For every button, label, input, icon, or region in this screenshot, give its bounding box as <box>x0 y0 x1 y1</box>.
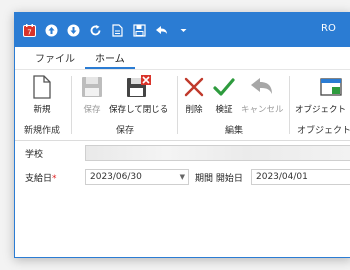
undo-arrow-icon <box>249 74 275 100</box>
object-label: オブジェクト <box>295 105 347 115</box>
save-close-label: 保存して閉じる <box>109 105 169 115</box>
undo-icon[interactable] <box>153 22 169 38</box>
delete-label: 削除 <box>185 105 203 115</box>
record-form: 学校 支給日* 2023/06/30 ▼ 期間 開始日 2023/04/01 <box>15 141 350 189</box>
cancel-button[interactable]: キャンセル <box>241 74 284 115</box>
school-field[interactable] <box>85 145 350 161</box>
group-label-object: オブジェクト <box>297 126 350 136</box>
pay-date-value: 2023/06/30 <box>90 172 142 182</box>
group-edit: 削除 検証 キャンセル 編集 <box>179 70 289 140</box>
pay-date-label-text: 支給日 <box>25 174 53 184</box>
save-label: 保存 <box>83 105 101 115</box>
save-form-icon[interactable] <box>131 22 147 38</box>
new-label: 新規 <box>33 105 51 115</box>
chevron-down-icon[interactable]: ▼ <box>180 170 185 184</box>
school-row: 学校 <box>15 141 350 165</box>
school-label: 学校 <box>25 150 44 160</box>
check-icon <box>211 74 237 100</box>
validate-button[interactable]: 検証 <box>211 74 237 115</box>
dropdown-icon[interactable] <box>175 22 191 38</box>
title-bar: 7 RO <box>15 13 350 47</box>
delete-button[interactable]: 削除 <box>181 74 207 115</box>
group-divider <box>289 76 290 134</box>
window-title: RO <box>321 23 336 34</box>
upload-icon[interactable] <box>43 22 59 38</box>
document-icon[interactable] <box>109 22 125 38</box>
ribbon: 新規 新規作成 保存 保存して閉じる 保存 削除 検証 キャンセル 編集 オブジ… <box>15 70 350 141</box>
delete-x-icon <box>181 74 207 100</box>
new-document-icon <box>29 74 55 100</box>
period-start-value: 2023/04/01 <box>256 172 308 182</box>
period-start-field[interactable]: 2023/04/01 <box>251 169 350 185</box>
object-button[interactable]: オブジェクト <box>295 74 346 115</box>
group-label-new: 新規作成 <box>23 126 60 136</box>
save-button[interactable]: 保存 <box>79 74 105 115</box>
group-divider <box>71 76 72 134</box>
validate-label: 検証 <box>215 105 233 115</box>
save-and-close-button[interactable]: 保存して閉じる <box>109 74 168 115</box>
svg-text:7: 7 <box>27 28 31 36</box>
save-icon <box>79 74 105 100</box>
object-window-icon <box>318 74 344 100</box>
period-start-label: 期間 開始日 <box>195 174 243 184</box>
group-new: 新規 新規作成 <box>15 70 69 140</box>
group-save: 保存 保存して閉じる 保存 <box>73 70 177 140</box>
ribbon-tabs: ファイル ホーム <box>15 47 350 70</box>
new-button[interactable]: 新規 <box>29 74 55 115</box>
tab-home[interactable]: ホーム <box>85 50 135 69</box>
group-label-edit: 編集 <box>224 126 243 136</box>
pay-date-row: 支給日* 2023/06/30 ▼ 期間 開始日 2023/04/01 <box>15 165 350 189</box>
required-mark: * <box>52 174 57 184</box>
pay-date-label: 支給日* <box>25 171 57 184</box>
app-window: 7 RO ファイル ホーム 新規 新規作成 保存 保存して閉じる 保存 削除 検… <box>14 12 350 258</box>
group-label-save: 保存 <box>115 126 134 136</box>
tab-file[interactable]: ファイル <box>25 50 85 69</box>
group-divider <box>177 76 178 134</box>
download-icon[interactable] <box>65 22 81 38</box>
save-close-icon <box>126 74 152 100</box>
cancel-label: キャンセル <box>241 105 284 115</box>
pay-date-field[interactable]: 2023/06/30 ▼ <box>85 169 189 185</box>
app-icon[interactable]: 7 <box>21 22 37 38</box>
group-object: オブジェクト オブジェクト <box>291 70 350 140</box>
refresh-icon[interactable] <box>87 22 103 38</box>
